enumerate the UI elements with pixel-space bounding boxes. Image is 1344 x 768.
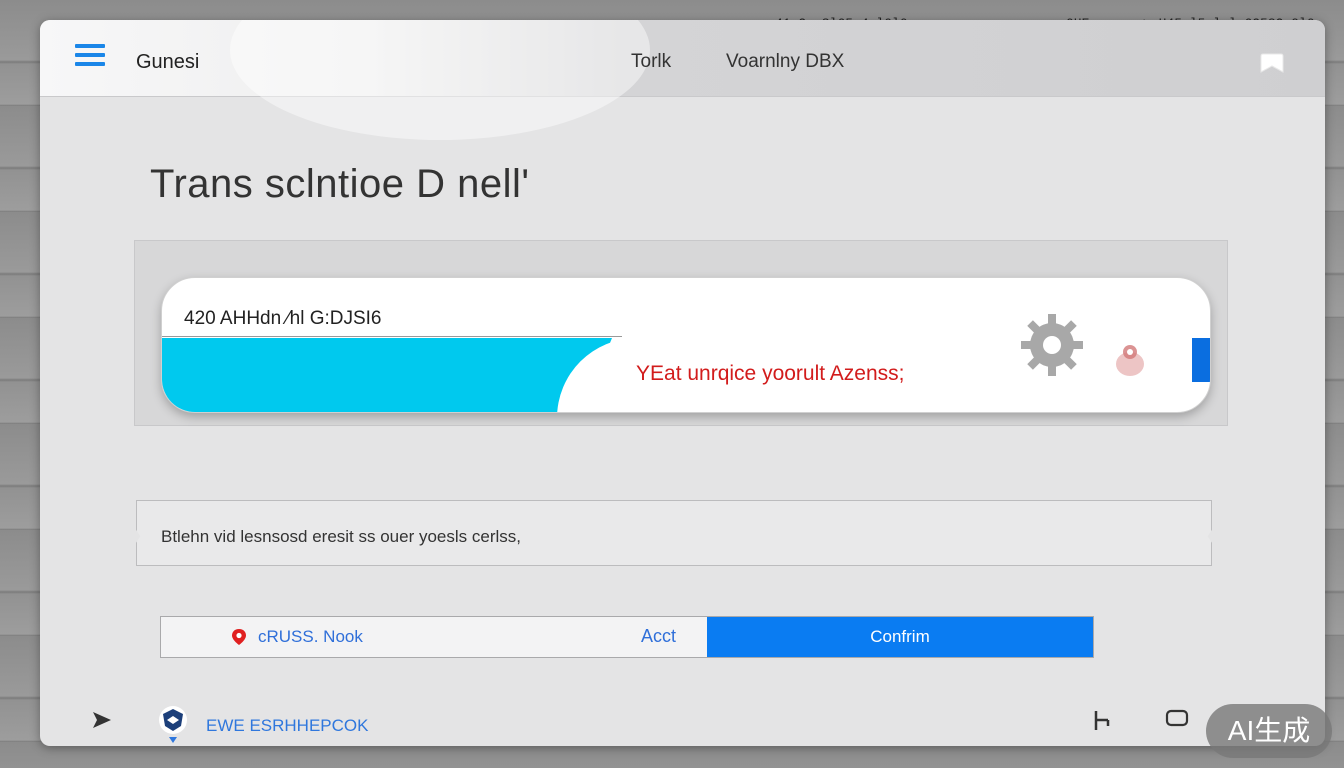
chat-icon[interactable] <box>1164 708 1190 730</box>
shield-avatar-icon[interactable] <box>156 704 190 744</box>
act-link[interactable]: Acct <box>641 626 676 647</box>
info-box: Btlehn vid lesnsosd eresit ss ouer yoesl… <box>136 500 1212 566</box>
cursor-icon[interactable] <box>1090 708 1114 734</box>
bookmark-icon[interactable] <box>1259 52 1285 74</box>
bug-icon <box>1116 345 1144 376</box>
send-icon[interactable] <box>90 708 114 732</box>
location-pin-icon <box>232 629 246 645</box>
card-divider <box>162 336 622 337</box>
footer-link[interactable]: EWE ESRHHEPCOK <box>206 716 368 736</box>
bottom-toolbar: EWE ESRHHEPCOK <box>40 696 1325 746</box>
app-window: Gunesi Torlk Voarnlny DBX Trans sclntioe… <box>40 20 1325 746</box>
progress-card: 420 AHHdn ⁄hl G:DJSI6 YEat unrqice yooru… <box>161 277 1211 413</box>
hamburger-menu-icon[interactable] <box>75 44 105 74</box>
ai-generated-watermark: AI生成 <box>1206 704 1332 758</box>
confirm-button[interactable]: Confrim <box>707 617 1093 657</box>
cross-nook-label: cRUSS. Nook <box>258 627 363 646</box>
card-header-text: 420 AHHdn ⁄hl G:DJSI6 <box>184 308 382 329</box>
status-panel: 420 AHHdn ⁄hl G:DJSI6 YEat unrqice yooru… <box>134 240 1228 426</box>
nav-link-1[interactable]: Torlk <box>631 51 671 73</box>
cross-nook-button[interactable]: cRUSS. Nook <box>161 617 621 657</box>
app-title: Gunesi <box>136 51 200 73</box>
gear-icon[interactable] <box>1017 310 1087 380</box>
card-edge-accent <box>1192 338 1210 382</box>
info-text: Btlehn vid lesnsosd eresit ss ouer yoesl… <box>161 527 521 546</box>
top-nav-bar: Gunesi Torlk Voarnlny DBX <box>40 20 1325 140</box>
error-message: YEat unrqice yoorult Azenss; <box>636 362 905 385</box>
header-decoration <box>230 20 650 140</box>
action-bar: cRUSS. Nook Acct Confrim <box>160 616 1094 658</box>
nav-link-2[interactable]: Voarnlny DBX <box>726 51 844 73</box>
page-title: Trans sclntioe D nell' <box>150 162 530 206</box>
